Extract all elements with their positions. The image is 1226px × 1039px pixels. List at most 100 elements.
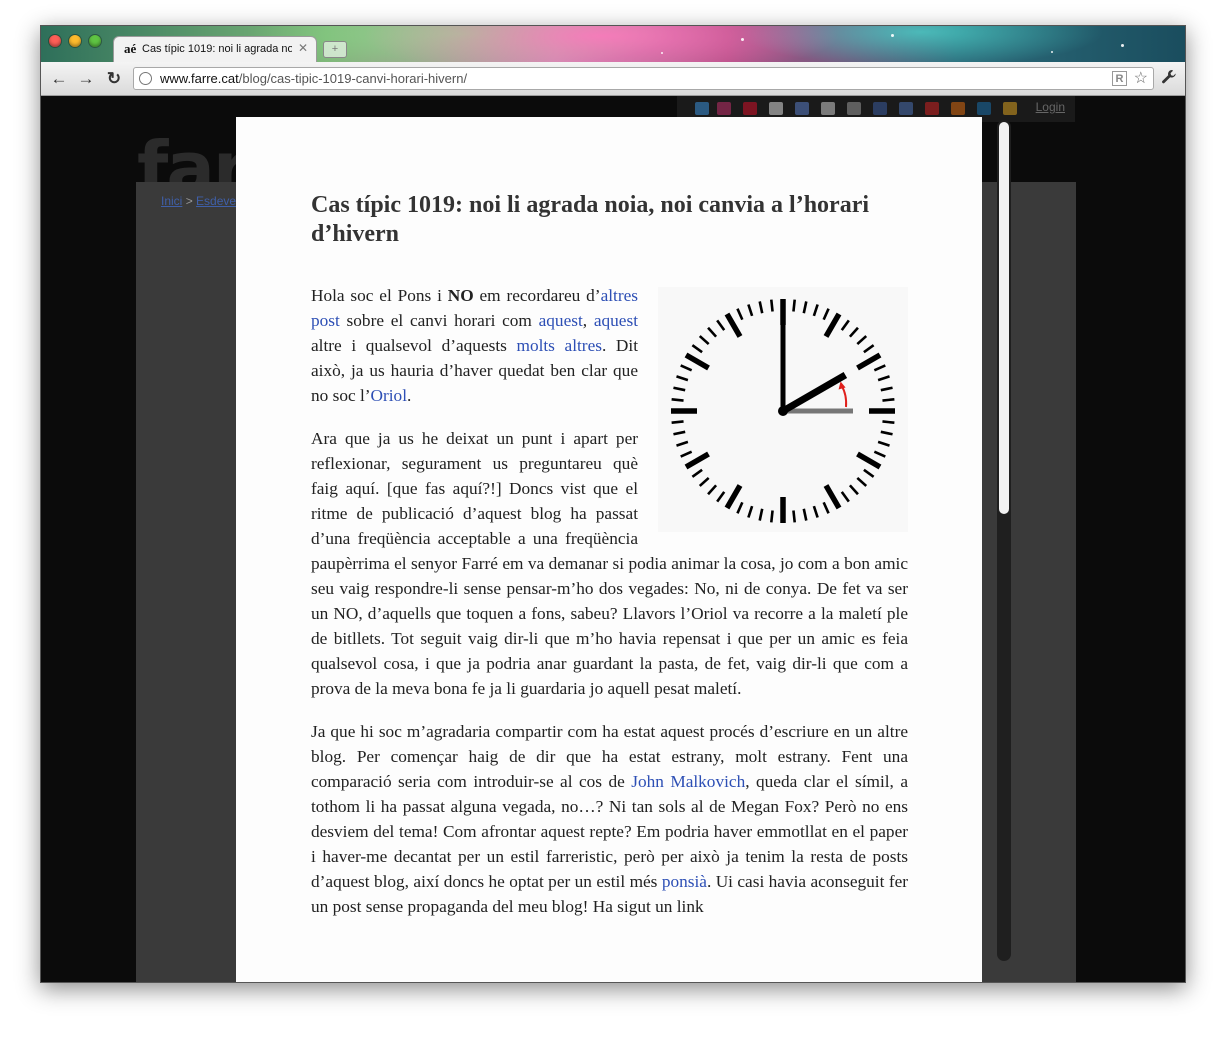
lastfm-icon[interactable] <box>743 102 757 115</box>
clock-minute-mark <box>856 476 868 487</box>
clock-minute-mark <box>671 420 684 425</box>
groups-icon[interactable] <box>795 102 809 115</box>
scrollbar-thumb[interactable] <box>999 122 1009 514</box>
clock-image <box>658 287 908 532</box>
clock-minute-mark <box>691 468 703 478</box>
linkedin-icon[interactable] <box>977 102 991 115</box>
clock-hour-hand <box>781 371 848 415</box>
delicious-icon[interactable] <box>769 102 783 115</box>
youtube-icon[interactable] <box>925 102 939 115</box>
crown-icon[interactable] <box>1003 102 1017 115</box>
clock-center-pin <box>778 406 788 416</box>
clock-hour-mark <box>856 451 882 470</box>
clock-minute-mark <box>840 319 850 331</box>
link-aquest-2[interactable]: aquest <box>594 311 638 330</box>
clock-minute-mark <box>716 491 726 503</box>
clock-minute-mark <box>736 308 744 321</box>
breadcrumb-section-link[interactable]: Esdeve <box>196 194 236 208</box>
clock-minute-mark <box>698 335 710 346</box>
reload-button[interactable]: ↻ <box>104 69 124 89</box>
link-john-malkovich[interactable]: John Malkovich <box>631 772 745 791</box>
clock-minute-mark <box>673 430 686 436</box>
clock-minute-mark <box>707 326 718 338</box>
clock-minute-mark <box>812 304 819 317</box>
facebook-icon[interactable] <box>873 102 887 115</box>
clock-minute-mark <box>680 450 693 458</box>
clock-minute-mark <box>848 484 859 496</box>
clock-hour-mark <box>684 352 710 371</box>
clock-minute-mark <box>877 375 890 382</box>
link-ponsia[interactable]: ponsià <box>662 872 707 891</box>
breadcrumb: Inici > Esdeve <box>161 194 236 208</box>
forward-button[interactable]: → <box>76 69 96 89</box>
clock-hour-mark <box>724 312 743 338</box>
clock-minute-mark <box>877 440 890 447</box>
clock-minute-mark <box>882 397 895 402</box>
clock-minute-mark <box>747 304 754 317</box>
reader-overlay: Cas típic 1019: noi li agrada noia, noi … <box>236 117 982 982</box>
link-oriol[interactable]: Oriol <box>371 386 407 405</box>
close-tab-icon[interactable]: ✕ <box>298 41 308 55</box>
clock-minute-mark <box>873 450 886 458</box>
breadcrumb-home-link[interactable]: Inici <box>161 194 182 208</box>
wrench-menu-icon[interactable] <box>1161 69 1177 89</box>
title-bar: aé Cas típic 1019: noi li agrada noia ✕ … <box>41 26 1185 63</box>
check-icon[interactable] <box>899 102 913 115</box>
decor-star <box>1051 51 1053 53</box>
back-button[interactable]: ← <box>49 69 69 89</box>
link-aquest-1[interactable]: aquest <box>539 311 583 330</box>
clock-arrow-head <box>838 381 846 390</box>
clock-icon <box>671 299 895 523</box>
clock-minute-mark <box>769 510 774 523</box>
browser-window: aé Cas típic 1019: noi li agrada noia ✕ … <box>40 25 1186 983</box>
clock-minute-mark <box>840 491 850 503</box>
decor-star <box>661 52 663 54</box>
clock-minute-mark <box>680 364 693 372</box>
clock-minute-mark <box>863 468 875 478</box>
clock-minute-mark <box>848 326 859 338</box>
extension-site-icon[interactable] <box>951 102 965 115</box>
clock-minute-mark <box>747 505 754 518</box>
url-text[interactable]: www.farre.cat/blog/cas-tipic-1019-canvi-… <box>160 71 467 86</box>
clock-minute-mark <box>691 344 703 354</box>
clock-minute-mark <box>707 484 718 496</box>
clock-minute-mark <box>698 476 710 487</box>
paragraph-3: Ja que hi soc m’agradaria compartir com … <box>311 722 909 916</box>
clock-minute-mark <box>880 430 893 436</box>
tab-active[interactable]: aé Cas típic 1019: noi li agrada noia ✕ <box>113 36 317 63</box>
browser-toolbar: ← → ↻ www.farre.cat/blog/cas-tipic-1019-… <box>41 62 1185 96</box>
clock-minute-mark <box>822 308 830 321</box>
clock-hour-mark <box>684 451 710 470</box>
overlay-scrollbar[interactable] <box>997 120 1011 961</box>
clock-hour-mark <box>856 352 882 371</box>
clock-minute-mark <box>769 299 774 312</box>
clock-minute-mark <box>802 508 808 521</box>
clock-minute-mark <box>863 344 875 354</box>
login-link[interactable]: Login <box>1036 100 1065 114</box>
twitter-icon[interactable] <box>695 102 709 115</box>
decor-star <box>1121 44 1124 47</box>
zoom-window-button[interactable] <box>89 35 101 47</box>
close-window-button[interactable] <box>49 35 61 47</box>
article-title: Cas típic 1019: noi li agrada noia, noi … <box>311 192 870 247</box>
link-molts-altres[interactable]: molts altres <box>517 336 602 355</box>
clock-hour-mark <box>724 484 743 510</box>
web-page: Login farre Inici > Esdeve Cas típic 101… <box>41 96 1185 982</box>
clock-minute-mark <box>792 510 797 523</box>
article: Cas típic 1019: noi li agrada noia, noi … <box>311 191 908 937</box>
flickr-icon[interactable] <box>717 102 731 115</box>
clock-minute-mark <box>676 440 689 447</box>
address-bar[interactable]: www.farre.cat/blog/cas-tipic-1019-canvi-… <box>133 67 1154 90</box>
clock-minute-mark <box>758 508 764 521</box>
technorati-icon[interactable] <box>821 102 835 115</box>
decor-star <box>741 38 744 41</box>
clock-minute-mark <box>792 299 797 312</box>
rss-icon[interactable] <box>847 102 861 115</box>
clock-minute-mark <box>856 335 868 346</box>
bookmark-star-icon[interactable]: ☆ <box>1134 68 1148 88</box>
new-tab-button[interactable]: + <box>323 41 347 58</box>
clock-minute-mark <box>671 397 684 402</box>
minimize-window-button[interactable] <box>69 35 81 47</box>
clock-hour-mark <box>823 484 842 510</box>
extension-icon[interactable]: R <box>1112 71 1127 86</box>
